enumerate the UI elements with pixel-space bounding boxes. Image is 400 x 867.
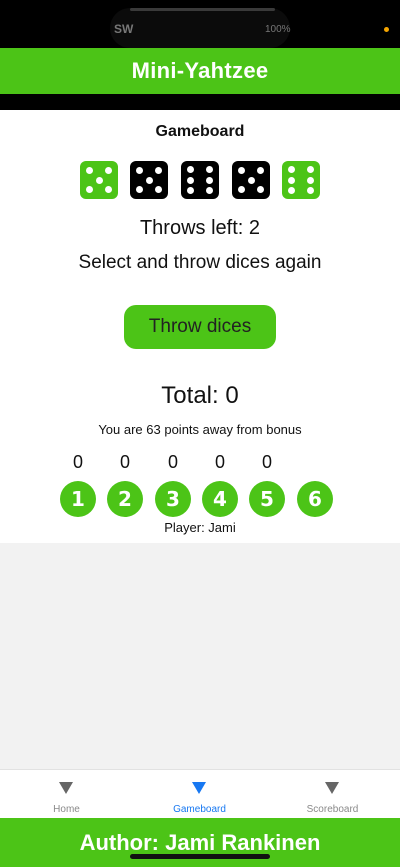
die-5-icon[interactable] [282, 161, 320, 199]
tab-scoreboard-label: Scoreboard [306, 804, 359, 815]
die-pip [288, 166, 295, 173]
app-title: Mini-Yahtzee [131, 58, 269, 83]
dynamic-island [110, 8, 290, 48]
die-pip [307, 166, 314, 173]
die-pip [105, 167, 112, 174]
point-select-4-icon[interactable]: 4 [202, 481, 238, 517]
dice-row [80, 161, 320, 199]
header-divider [0, 94, 400, 110]
app-footer: Author: Jami Rankinen [0, 818, 400, 867]
point-value-2: 0 [119, 452, 130, 472]
gameboard-tab-icon [192, 782, 206, 794]
points-column-4: 0 4 [202, 452, 238, 517]
notch-highlight [130, 8, 275, 11]
point-value-5: 0 [261, 452, 272, 472]
points-column-5: 0 5 [249, 452, 285, 517]
bonus-message: You are 63 points away from bonus [98, 422, 302, 437]
app-header: Mini-Yahtzee [0, 48, 400, 94]
die-pip [257, 186, 264, 193]
point-select-2-icon[interactable]: 2 [107, 481, 143, 517]
die-pip [307, 187, 314, 194]
tab-gameboard-label: Gameboard [173, 804, 226, 815]
home-indicator[interactable] [130, 854, 270, 859]
status-bar: SW 100% [0, 0, 400, 48]
die-pip [155, 167, 162, 174]
tab-gameboard[interactable]: Gameboard [133, 770, 266, 819]
scoreboard-tab-icon [325, 782, 339, 794]
die-pip [206, 187, 213, 194]
points-column-2: 0 2 [107, 452, 143, 517]
author-credit: Author: Jami Rankinen [79, 829, 321, 855]
throw-dices-button[interactable]: Throw dices [124, 305, 276, 349]
die-pip [206, 176, 213, 184]
point-select-1-icon[interactable]: 1 [60, 481, 96, 517]
point-value-1: 0 [72, 452, 83, 472]
die-pip [187, 166, 194, 173]
tab-scoreboard[interactable]: Scoreboard [266, 770, 399, 819]
point-select-5-icon[interactable]: 5 [249, 481, 285, 517]
die-pip [105, 186, 112, 193]
point-select-3-icon[interactable]: 3 [155, 481, 191, 517]
point-value-3: 0 [167, 452, 178, 472]
die-pip [257, 167, 264, 174]
status-left-text: SW [114, 22, 134, 36]
point-value-4: 0 [214, 452, 225, 472]
die-2-icon[interactable] [130, 161, 168, 199]
die-pip [86, 167, 93, 174]
die-pip [145, 176, 153, 184]
die-pip [86, 186, 93, 193]
die-pip [155, 186, 162, 193]
gameboard-screen: Gameboard Throws left: 2 Select and thro… [0, 110, 400, 543]
die-pip [247, 176, 255, 184]
die-pip [95, 176, 103, 184]
throw-dices-label: Throw dices [148, 316, 252, 337]
bottom-tab-bar: Home Gameboard Scoreboard [0, 769, 400, 818]
empty-area [0, 543, 400, 769]
die-pip [307, 176, 314, 184]
die-pip [206, 166, 213, 173]
die-pip [187, 187, 194, 194]
tab-home[interactable]: Home [0, 770, 133, 819]
throws-left: Throws left: 2 [139, 217, 261, 239]
die-4-icon[interactable] [232, 161, 270, 199]
points-column-3: 0 3 [155, 452, 191, 517]
die-pip [238, 167, 245, 174]
points-column-1: 0 1 [60, 452, 96, 517]
die-1-icon[interactable] [80, 161, 118, 199]
player-name: Player: Jami [164, 520, 236, 535]
points-column-6: 6 [297, 452, 333, 517]
die-pip [136, 186, 143, 193]
point-value-6 [297, 452, 333, 474]
die-pip [288, 176, 295, 184]
die-pip [187, 176, 194, 184]
tab-home-label: Home [53, 804, 80, 815]
status-right-text: 100% [265, 24, 291, 35]
die-pip [288, 187, 295, 194]
home-tab-icon [59, 782, 73, 794]
die-3-icon[interactable] [181, 161, 219, 199]
point-select-6-icon[interactable]: 6 [297, 481, 333, 517]
total-score: Total: 0 [161, 382, 239, 409]
privacy-indicator-icon [384, 27, 389, 32]
status-message: Select and throw dices again [78, 252, 322, 273]
die-pip [136, 167, 143, 174]
die-pip [238, 186, 245, 193]
gameboard-title: Gameboard [155, 123, 245, 140]
